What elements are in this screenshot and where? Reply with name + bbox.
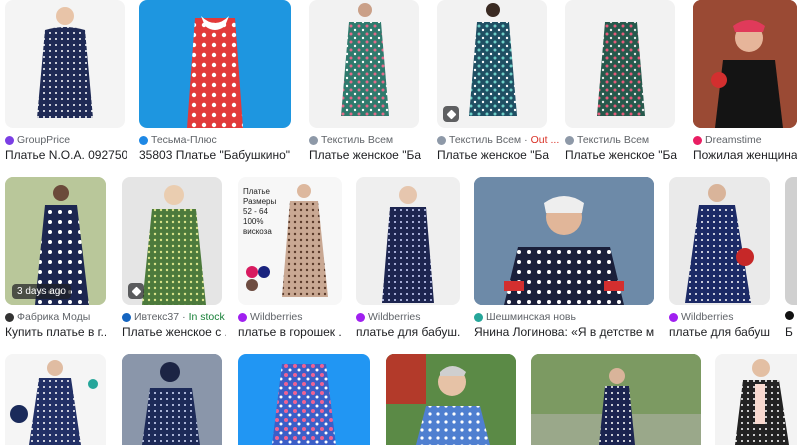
site-favicon-icon: [474, 312, 483, 322]
result-title[interactable]: Платье женское "Ба...: [565, 148, 677, 162]
result-thumbnail[interactable]: 3 days ago: [5, 177, 106, 305]
stock-status: In stock: [188, 311, 225, 323]
site-favicon-icon: [437, 135, 446, 145]
result-source[interactable]: Ивтекс37 · In stock: [122, 311, 225, 323]
result-thumbnail[interactable]: [5, 0, 125, 128]
result-source[interactable]: Wildberries: [238, 311, 303, 323]
result-source[interactable]: Текстиль Всем · Out ...: [437, 134, 559, 146]
result-title[interactable]: Платье женское с ...: [122, 325, 226, 339]
result-thumbnail[interactable]: [122, 354, 222, 445]
result-source[interactable]: GroupPrice: [5, 134, 70, 146]
result-title[interactable]: платье для бабуш...: [356, 325, 460, 339]
time-chip: 3 days ago: [12, 284, 71, 299]
site-favicon-icon: [669, 312, 678, 322]
result-thumbnail[interactable]: Платье Размеры 52 - 64 100% вискоза: [238, 177, 342, 305]
result-source[interactable]: Wildberries: [356, 311, 421, 323]
image-badge-icon: [128, 283, 144, 299]
product-label: Платье Размеры 52 - 64 100% вискоза: [243, 187, 277, 236]
result-thumbnail[interactable]: [715, 354, 797, 445]
site-favicon-icon: [5, 312, 14, 322]
result-source[interactable]: Фабрика Моды: [5, 311, 90, 323]
image-badge-icon: [443, 106, 459, 122]
result-title[interactable]: Платье женское "Ба...: [309, 148, 421, 162]
result-title[interactable]: платье для бабуш...: [669, 325, 770, 339]
site-favicon-icon: [565, 135, 574, 145]
result-title[interactable]: Платье женское "Ба...: [437, 148, 549, 162]
result-thumbnail[interactable]: [139, 0, 291, 128]
site-favicon-icon: [693, 135, 702, 145]
result-thumbnail[interactable]: [437, 0, 547, 128]
site-favicon-icon: [122, 312, 131, 322]
result-thumbnail[interactable]: [5, 354, 106, 445]
result-thumbnail[interactable]: [669, 177, 770, 305]
result-thumbnail[interactable]: [693, 0, 797, 128]
result-title[interactable]: Б: [785, 325, 797, 339]
result-title[interactable]: Пожилая женщина ...: [693, 148, 797, 162]
site-favicon-icon: [309, 135, 318, 145]
result-title[interactable]: Платье N.O.A. 092750...: [5, 148, 127, 162]
stock-status: Out ...: [530, 134, 560, 146]
result-thumbnail[interactable]: [309, 0, 419, 128]
result-thumbnail[interactable]: [386, 354, 516, 445]
site-favicon-icon: [238, 312, 247, 322]
result-title[interactable]: платье в горошек ...: [238, 325, 342, 339]
result-title[interactable]: 35803 Платье "Бабушкино" ...: [139, 148, 291, 162]
result-thumbnail[interactable]: [565, 0, 675, 128]
site-favicon-icon: [5, 135, 14, 145]
result-thumbnail[interactable]: [238, 354, 370, 445]
result-source[interactable]: Текстиль Всем: [565, 134, 649, 146]
site-favicon-icon: [785, 311, 794, 320]
result-source[interactable]: Тесьма-Плюс: [139, 134, 217, 146]
result-thumbnail[interactable]: [122, 177, 222, 305]
result-thumbnail[interactable]: [356, 177, 460, 305]
result-thumbnail[interactable]: [474, 177, 654, 305]
site-favicon-icon: [139, 135, 148, 145]
result-title[interactable]: Янина Логинова: «Я в детстве ме...: [474, 325, 654, 339]
result-thumbnail[interactable]: [785, 177, 797, 305]
result-source[interactable]: Шешминская новь: [474, 311, 576, 323]
result-source[interactable]: Текстиль Всем: [309, 134, 393, 146]
result-thumbnail[interactable]: [531, 354, 701, 445]
site-favicon-icon: [356, 312, 365, 322]
result-source[interactable]: [785, 311, 794, 320]
result-source[interactable]: Dreamstime: [693, 134, 762, 146]
result-source[interactable]: Wildberries: [669, 311, 734, 323]
result-title[interactable]: Купить платье в г...: [5, 325, 106, 339]
